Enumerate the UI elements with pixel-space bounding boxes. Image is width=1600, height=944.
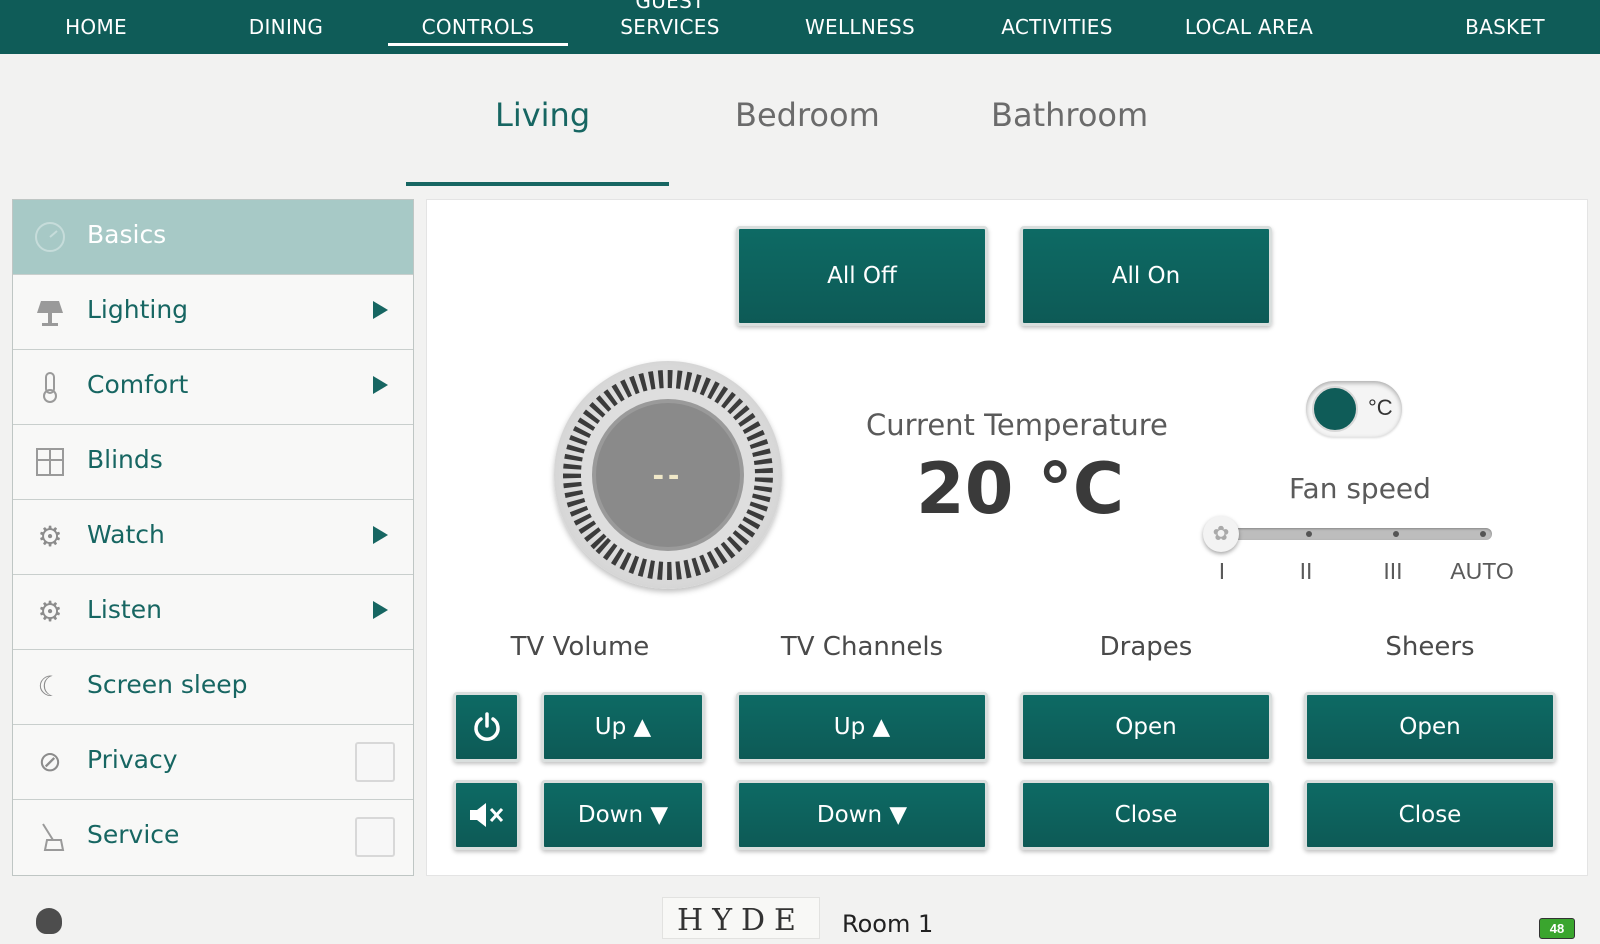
sheers-label: Sheers xyxy=(1385,632,1475,662)
sidebar-item-label: Watch xyxy=(87,520,165,549)
nav-dining[interactable]: DINING xyxy=(226,0,346,54)
privacy-checkbox[interactable] xyxy=(355,742,395,782)
sheers-close-button[interactable]: Close xyxy=(1304,780,1556,850)
sidebar-item-label: Service xyxy=(87,820,180,849)
sidebar-item-label: Comfort xyxy=(87,370,189,399)
gauge-icon xyxy=(33,220,67,254)
nav-active-indicator xyxy=(388,43,568,46)
tv-volume-up-button[interactable]: Up ▲ xyxy=(541,692,705,762)
fan-stop-dot xyxy=(1306,531,1312,537)
chevron-right-icon xyxy=(373,526,388,544)
fan-stop-dot xyxy=(1480,531,1486,537)
thermometer-icon xyxy=(33,370,67,404)
service-checkbox[interactable] xyxy=(355,817,395,857)
room-name: Room 1 xyxy=(842,910,934,938)
current-temperature-value: 20 °C xyxy=(916,448,1125,530)
fan-level-auto: AUTO xyxy=(1450,558,1514,584)
thermostat-dial[interactable]: -- xyxy=(554,361,782,589)
top-navigation: HOME DINING CONTROLS GUEST SERVICES WELL… xyxy=(0,0,1600,54)
window-blinds-icon xyxy=(33,445,67,479)
sheers-open-button[interactable]: Open xyxy=(1304,692,1556,762)
nav-basket[interactable]: BASKET xyxy=(1450,0,1560,54)
tab-living[interactable]: Living xyxy=(495,96,590,134)
sidebar-item-watch[interactable]: ⚙ Watch xyxy=(13,500,413,575)
fan-level-1: I xyxy=(1218,558,1226,584)
gear-icon: ⚙ xyxy=(37,521,63,552)
tv-mute-button[interactable] xyxy=(453,780,520,850)
fan-slider-handle[interactable]: ✿ xyxy=(1203,516,1239,552)
all-off-button[interactable]: All Off xyxy=(736,226,988,326)
fan-level-2: II xyxy=(1299,558,1313,584)
sidebar-item-label: Blinds xyxy=(87,445,163,474)
sidebar-item-lighting[interactable]: Lighting xyxy=(13,275,413,350)
drapes-close-button[interactable]: Close xyxy=(1020,780,1272,850)
fan-speed-label: Fan speed xyxy=(1289,472,1431,505)
sidebar-item-screen-sleep[interactable]: ☾ Screen sleep xyxy=(13,650,413,725)
chevron-right-icon xyxy=(373,601,388,619)
chevron-right-icon xyxy=(373,376,388,394)
moon-icon: ☾ xyxy=(37,671,63,702)
tv-volume-label: TV Volume xyxy=(510,632,650,662)
mute-icon xyxy=(469,803,503,827)
fan-level-3: III xyxy=(1383,558,1403,584)
tab-bathroom[interactable]: Bathroom xyxy=(991,96,1148,134)
sidebar-item-basics[interactable]: Basics xyxy=(13,200,413,275)
all-on-button[interactable]: All On xyxy=(1020,226,1272,326)
sidebar-item-label: Privacy xyxy=(87,745,178,774)
sidebar-item-label: Listen xyxy=(87,595,162,624)
nav-home[interactable]: HOME xyxy=(40,0,152,54)
drapes-label: Drapes xyxy=(1099,632,1193,662)
broom-icon xyxy=(33,820,67,854)
sidebar-item-comfort[interactable]: Comfort xyxy=(13,350,413,425)
battery-indicator: 48 xyxy=(1539,918,1575,939)
sidebar-item-blinds[interactable]: Blinds xyxy=(13,425,413,500)
lightbulb-icon[interactable] xyxy=(36,908,62,934)
chevron-right-icon xyxy=(373,301,388,319)
sidebar: Basics Lighting Comfort Blinds ⚙ Watch ⚙… xyxy=(12,199,414,876)
current-temperature-label: Current Temperature xyxy=(866,408,1168,442)
room-tab-indicator xyxy=(406,182,669,186)
tv-channels-label: TV Channels xyxy=(780,632,944,662)
lamp-icon xyxy=(33,295,67,329)
unit-toggle[interactable]: °C xyxy=(1306,381,1402,437)
gear-icon: ⚙ xyxy=(37,596,63,627)
sidebar-item-label: Lighting xyxy=(87,295,189,324)
sidebar-item-label: Basics xyxy=(87,220,167,249)
sidebar-item-listen[interactable]: ⚙ Listen xyxy=(13,575,413,650)
fan-speed-slider[interactable] xyxy=(1222,528,1492,540)
tv-channel-up-button[interactable]: Up ▲ xyxy=(736,692,988,762)
nav-wellness[interactable]: WELLNESS xyxy=(790,0,930,54)
sidebar-item-label: Screen sleep xyxy=(87,670,248,699)
tv-power-button[interactable] xyxy=(453,692,520,762)
nav-local-area[interactable]: LOCAL AREA xyxy=(1170,0,1328,54)
dial-display: -- xyxy=(596,403,740,547)
fan-icon: ✿ xyxy=(1212,523,1230,545)
power-icon xyxy=(473,712,500,741)
unit-label: °C xyxy=(1368,395,1393,420)
toggle-knob xyxy=(1312,386,1358,432)
sidebar-item-privacy[interactable]: ⊘ Privacy xyxy=(13,725,413,800)
fan-stop-dot xyxy=(1393,531,1399,537)
tv-channel-down-button[interactable]: Down ▼ xyxy=(736,780,988,850)
nav-activities[interactable]: ACTIVITIES xyxy=(984,0,1130,54)
nav-guest-services[interactable]: GUEST SERVICES xyxy=(600,0,740,54)
drapes-open-button[interactable]: Open xyxy=(1020,692,1272,762)
sidebar-item-service[interactable]: Service xyxy=(13,800,413,874)
hotel-logo: HYDE xyxy=(662,897,820,939)
tv-volume-down-button[interactable]: Down ▼ xyxy=(541,780,705,850)
no-entry-icon: ⊘ xyxy=(38,746,62,777)
tab-bedroom[interactable]: Bedroom xyxy=(735,96,880,134)
